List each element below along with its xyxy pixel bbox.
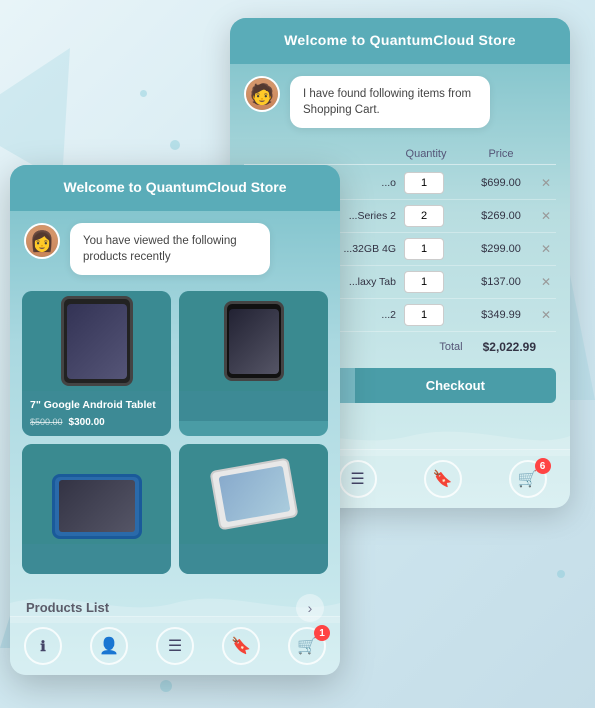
remove-item-4[interactable]: ✕: [536, 275, 556, 289]
product-info-4: [179, 544, 328, 574]
front-card-nav: ℹ 👤 ☰ 🔖 🛒 1: [10, 616, 340, 675]
front-card-header: Welcome to QuantumCloud Store: [10, 165, 340, 211]
bg-dot-3: [160, 680, 172, 692]
menu-icon: ☰: [339, 460, 377, 498]
info-icon: ℹ: [24, 627, 62, 665]
avatar: 🧑: [244, 76, 280, 112]
col-quantity-label: Quantity: [386, 148, 466, 160]
products-grid: 7" Google Android Tablet $500.00 $300.00…: [10, 291, 340, 574]
cart-badge: 6: [535, 458, 551, 474]
product-img-3: [22, 444, 171, 544]
qty-input-4[interactable]: [404, 271, 444, 293]
front-menu-icon: ☰: [156, 627, 194, 665]
product-img-2: [179, 291, 328, 391]
recently-viewed-card: Welcome to QuantumCloud Store 👩 You have…: [10, 165, 340, 675]
front-nav-menu-btn[interactable]: ☰: [156, 627, 194, 665]
remove-item-2[interactable]: ✕: [536, 209, 556, 223]
tablet-white-img: [209, 457, 298, 530]
product-info-2: [179, 391, 328, 421]
remove-item-1[interactable]: ✕: [536, 176, 556, 190]
front-person-icon: 👤: [90, 627, 128, 665]
total-value: $2,022.99: [483, 340, 536, 354]
bookmark-icon: 🔖: [424, 460, 462, 498]
front-card-title: Welcome to QuantumCloud Store: [64, 179, 287, 195]
front-bookmark-icon: 🔖: [222, 627, 260, 665]
product-price-1: $500.00 $300.00: [30, 417, 163, 428]
remove-item-5[interactable]: ✕: [536, 308, 556, 322]
front-chat-bubble: You have viewed the following products r…: [70, 223, 270, 275]
product-info-3: [22, 544, 171, 574]
avatar-face: 🧑: [246, 78, 278, 110]
bg-decoration-1: [0, 18, 122, 182]
bg-dot-4: [557, 570, 565, 578]
front-avatar-face: 👩: [26, 225, 58, 257]
checkout-button[interactable]: Checkout: [355, 368, 556, 403]
tablet-blue-img: [52, 474, 142, 539]
qty-input-2[interactable]: [404, 205, 444, 227]
back-card-header: Welcome to QuantumCloud Store: [230, 18, 570, 64]
bg-dot-1: [170, 140, 180, 150]
price-new-1: $300.00: [69, 417, 105, 428]
tablet-dark-img-2: [224, 301, 284, 381]
product-card-3[interactable]: [22, 444, 171, 574]
product-img-4: [179, 444, 328, 544]
product-img-1: [22, 291, 171, 391]
cart-table-header: Quantity Price: [244, 144, 556, 165]
product-card-1[interactable]: 7" Google Android Tablet $500.00 $300.00…: [22, 291, 171, 436]
price-old-1: $500.00: [30, 417, 63, 427]
product-info-1: 7" Google Android Tablet $500.00 $300.00: [22, 391, 171, 436]
product-name-1: 7" Google Android Tablet: [30, 399, 163, 413]
col-price-label: Price: [466, 148, 536, 160]
back-card-title: Welcome to QuantumCloud Store: [284, 32, 516, 48]
qty-input-1[interactable]: [404, 172, 444, 194]
front-nav-bookmark-btn[interactable]: 🔖: [222, 627, 260, 665]
product-card-4[interactable]: [179, 444, 328, 574]
total-label: Total: [439, 341, 462, 353]
back-chat-area: 🧑 I have found following items from Shop…: [230, 64, 570, 140]
qty-input-5[interactable]: [404, 304, 444, 326]
back-chat-text: I have found following items from Shoppi…: [303, 88, 471, 116]
remove-item-3[interactable]: ✕: [536, 242, 556, 256]
col-x-label: [536, 148, 556, 160]
nav-menu-btn[interactable]: ☰: [339, 460, 377, 498]
front-chat-area: 👩 You have viewed the following products…: [10, 211, 340, 287]
front-nav-person-btn[interactable]: 👤: [90, 627, 128, 665]
back-chat-bubble: I have found following items from Shoppi…: [290, 76, 490, 128]
nav-cart-btn[interactable]: 🛒 6: [509, 460, 547, 498]
qty-input-3[interactable]: [404, 238, 444, 260]
bg-dot-2: [140, 90, 147, 97]
product-card-2[interactable]: [179, 291, 328, 436]
front-nav-info-btn[interactable]: ℹ: [24, 627, 62, 665]
front-cart-badge: 1: [314, 625, 330, 641]
tablet-dark-img: [61, 296, 133, 386]
nav-bookmark-btn[interactable]: 🔖: [424, 460, 462, 498]
front-chat-text: You have viewed the following products r…: [83, 235, 237, 263]
front-nav-cart-btn[interactable]: 🛒 1: [288, 627, 326, 665]
front-avatar: 👩: [24, 223, 60, 259]
